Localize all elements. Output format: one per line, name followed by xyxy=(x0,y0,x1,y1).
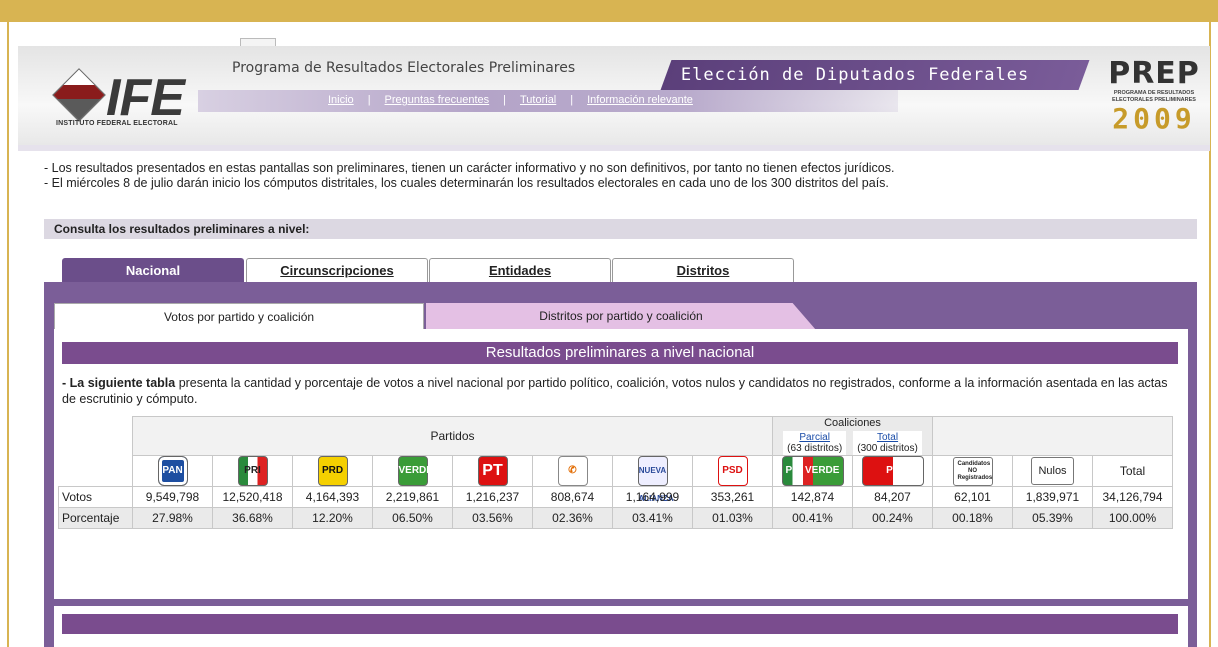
site-header: IFE INSTITUTO FEDERAL ELECTORAL Programa… xyxy=(18,46,1210,151)
tab-circunscripciones[interactable]: Circunscripciones xyxy=(246,258,428,283)
consulta-bar: Consulta los resultados preliminares a n… xyxy=(44,219,1197,239)
nulos-label: Nulos xyxy=(1031,457,1074,485)
porcentaje-cell: 100.00% xyxy=(1092,507,1173,529)
coaliciones-label: Coaliciones xyxy=(824,417,881,429)
results-table: Partidos Coaliciones Parcial (63 distrito… xyxy=(58,416,1173,529)
votos-cell: 353,261 xyxy=(692,486,773,508)
total-coal-link[interactable]: Total xyxy=(857,432,918,443)
votos-cell: 142,874 xyxy=(772,486,853,508)
ife-diamond-icon xyxy=(52,68,106,122)
verde-logo-icon: VERDE xyxy=(397,456,433,486)
votos-cell: 808,674 xyxy=(532,486,613,508)
program-title: Programa de Resultados Electorales Preli… xyxy=(232,60,576,76)
tab-distritos[interactable]: Distritos xyxy=(612,258,794,283)
pan-logo-icon: PAN xyxy=(157,456,188,486)
pri-verde-coalition-icon: PRI VERDE xyxy=(781,456,844,486)
votos-cell: 34,126,794 xyxy=(1092,486,1173,508)
top-nav: Inicio | Preguntas frecuentes | Tutorial | Inf… xyxy=(328,94,693,106)
nav-preguntas-frecuentes[interactable]: Preguntas frecuentes xyxy=(385,94,490,106)
tab-nacional[interactable]: Nacional xyxy=(62,258,244,283)
prd-logo-icon: PRD xyxy=(317,456,348,486)
election-title: Elección de Diputados Federales xyxy=(680,65,1030,85)
votos-row: Votos 9,549,798 12,520,418 4,164,393 2,219,… xyxy=(58,486,1173,508)
tab-votos-partido[interactable]: Votos por partido y coalición xyxy=(54,303,424,330)
disclaimer-notices: - Los resultados presentados en estas pa… xyxy=(44,161,894,191)
top-border xyxy=(0,0,1218,22)
no-registrados-label: Candidatos NO Registrados xyxy=(952,456,993,486)
pt-convergencia-coalition-icon: PT xyxy=(861,456,924,486)
porcentaje-cell: 00.24% xyxy=(852,507,933,529)
porcentaje-cell: 03.41% xyxy=(612,507,693,529)
porcentaje-cell: 00.18% xyxy=(932,507,1013,529)
next-section-header xyxy=(62,614,1178,634)
tab-distritos-partido[interactable]: Distritos por partido y coalición xyxy=(426,303,816,330)
coalicion-total: Total (300 distritos) xyxy=(853,431,922,455)
porcentaje-cell: 05.39% xyxy=(1012,507,1093,529)
votos-cell: 2,219,861 xyxy=(372,486,453,508)
pri-logo-icon: PRI xyxy=(237,456,268,486)
description-text: presenta la cantidad y porcentaje de vot… xyxy=(62,376,1168,406)
left-border xyxy=(7,22,9,647)
nav-inicio[interactable]: Inicio xyxy=(328,94,354,106)
votos-cell: 84,207 xyxy=(852,486,933,508)
votos-cell: 1,216,237 xyxy=(452,486,533,508)
votos-cell: 4,164,393 xyxy=(292,486,373,508)
total-header: Total xyxy=(1092,455,1173,487)
parcial-sub: (63 distritos) xyxy=(787,443,843,454)
porcentaje-cell: 12.20% xyxy=(292,507,373,529)
prep-logo-text: PREP xyxy=(1108,56,1200,91)
tab-entidades[interactable]: Entidades xyxy=(429,258,611,283)
votos-cell: 9,549,798 xyxy=(132,486,213,508)
votos-cell: 62,101 xyxy=(932,486,1013,508)
ife-logo-subtitle: INSTITUTO FEDERAL ELECTORAL xyxy=(56,120,178,127)
notice-line: - El miércoles 8 de julio darán inicio l… xyxy=(44,176,889,190)
porcentaje-cell: 27.98% xyxy=(132,507,213,529)
total-coal-sub: (300 distritos) xyxy=(857,443,918,454)
porcentaje-cell: 36.68% xyxy=(212,507,293,529)
election-title-banner: Elección de Diputados Federales xyxy=(660,60,1090,90)
table-description: - La siguiente tabla presenta la cantida… xyxy=(62,375,1182,407)
votos-cell: 12,520,418 xyxy=(212,486,293,508)
prep-year: 2009 xyxy=(1112,102,1196,135)
porcentaje-cell: 06.50% xyxy=(372,507,453,529)
porcentaje-row: Porcentaje 27.98% 36.68% 12.20% 06.50% 03.56… xyxy=(58,507,1173,529)
header-bottom-strip xyxy=(18,145,1210,151)
convergencia-logo-icon: ✆ xyxy=(557,456,588,486)
ife-logo-text: IFE xyxy=(106,69,185,127)
results-title: Resultados preliminares a nivel nacional xyxy=(62,342,1178,364)
description-bold: - La siguiente tabla xyxy=(62,376,176,390)
votos-cell: 1,839,971 xyxy=(1012,486,1093,508)
top-tab xyxy=(240,38,276,46)
porcentaje-cell: 00.41% xyxy=(772,507,853,529)
pt-logo-icon: PT xyxy=(477,456,508,486)
ife-logo[interactable]: IFE INSTITUTO FEDERAL ELECTORAL xyxy=(52,68,214,130)
porcentaje-cell: 02.36% xyxy=(532,507,613,529)
coaliciones-header: Coaliciones Parcial (63 distritos) Total(… xyxy=(772,416,933,456)
notice-line: - Los resultados presentados en estas pa… xyxy=(44,161,895,175)
psd-logo-icon: PSD xyxy=(717,456,748,486)
prep-logo: PREP PROGRAMA DE RESULTADOS ELECTORALES … xyxy=(1102,58,1206,134)
porcentaje-cell: 01.03% xyxy=(692,507,773,529)
votos-label: Votos xyxy=(58,486,133,508)
nav-informacion-relevante[interactable]: Información relevante xyxy=(587,94,693,106)
porcentaje-label: Porcentaje xyxy=(58,507,133,529)
porcentaje-cell: 03.56% xyxy=(452,507,533,529)
nueva-alianza-logo-icon: NUEVA ALIANZA xyxy=(637,456,674,503)
nav-tutorial[interactable]: Tutorial xyxy=(520,94,556,106)
coalicion-parcial: Parcial (63 distritos) xyxy=(783,431,847,455)
parcial-link[interactable]: Parcial xyxy=(787,432,842,443)
partidos-header: Partidos xyxy=(132,416,773,456)
